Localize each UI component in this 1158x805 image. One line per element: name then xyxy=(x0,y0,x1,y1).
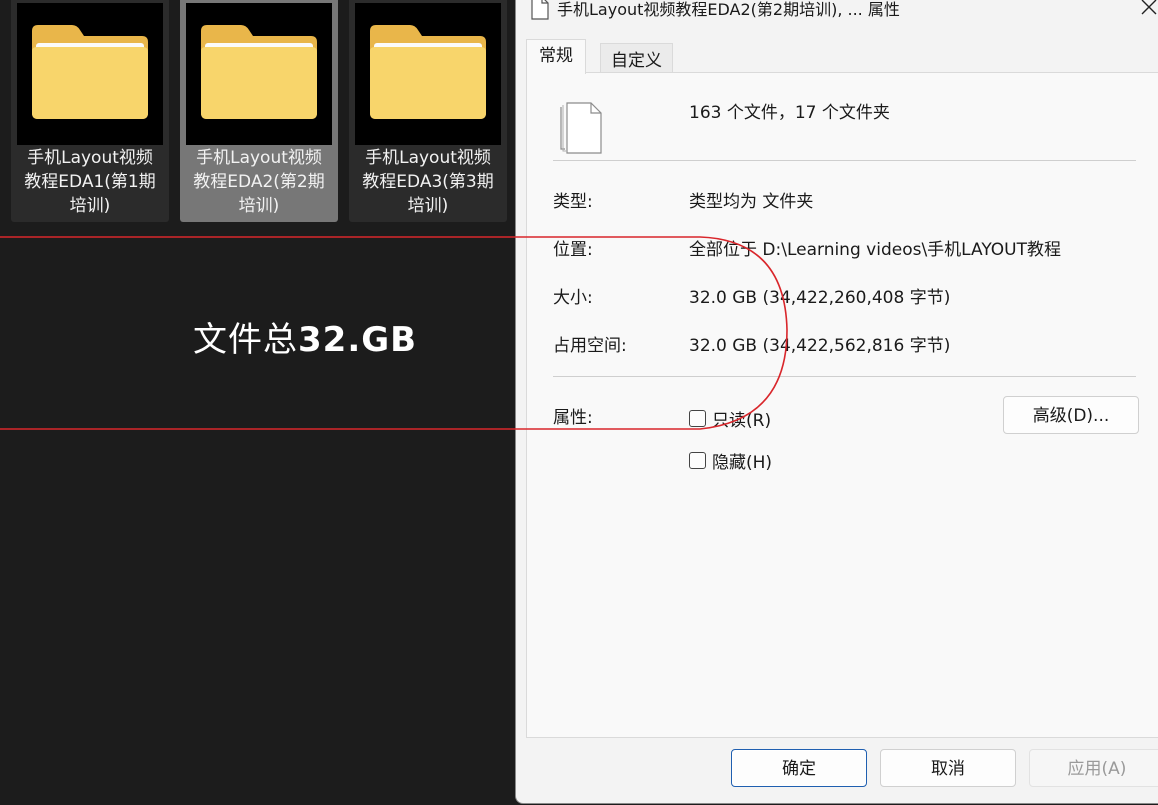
tab-general[interactable]: 常规 xyxy=(526,39,586,74)
folder-tile[interactable]: 手机Layout视频 教程EDA1(第1期 培训) xyxy=(11,0,169,222)
tab-customize[interactable]: 自定义 xyxy=(600,43,673,74)
general-panel: 163 个文件，17 个文件夹 类型: 类型均为 文件夹 位置: 全部位于 D:… xyxy=(526,72,1158,738)
document-icon xyxy=(531,0,549,20)
attributes-label: 属性: xyxy=(553,408,593,428)
folder-tile-selected[interactable]: 手机Layout视频 教程EDA2(第2期 培训) xyxy=(180,0,338,222)
folder-icon xyxy=(370,25,486,119)
readonly-label: 只读(R) xyxy=(712,411,772,431)
folder-name: 手机Layout视频 教程EDA2(第2期 培训) xyxy=(193,148,325,216)
readonly-checkbox[interactable] xyxy=(689,410,706,427)
properties-dialog: 手机Layout视频教程EDA2(第2期培训), ... 属性 常规 自定义 1… xyxy=(515,0,1158,804)
explorer-view: 手机Layout视频 教程EDA1(第1期 培训) 手机Layout视频 教程E… xyxy=(0,0,516,805)
cancel-button[interactable]: 取消 xyxy=(880,749,1016,787)
advanced-button[interactable]: 高级(D)... xyxy=(1003,396,1139,434)
folder-tile[interactable]: 手机Layout视频 教程EDA3(第3期 培训) xyxy=(349,0,507,222)
folder-icon xyxy=(32,25,148,119)
location-label: 位置: xyxy=(553,240,593,260)
hidden-checkbox-row[interactable]: 隐藏(H) xyxy=(689,448,772,473)
folder-name: 手机Layout视频 教程EDA3(第3期 培训) xyxy=(362,148,494,216)
folder-thumbnail xyxy=(355,3,501,145)
folder-name: 手机Layout视频 教程EDA1(第1期 培训) xyxy=(24,148,156,216)
caption-size: 32.GB xyxy=(298,320,418,360)
location-value: 全部位于 D:\Learning videos\手机LAYOUT教程 xyxy=(689,240,1062,260)
size-label: 大小: xyxy=(553,288,593,308)
hidden-checkbox[interactable] xyxy=(689,452,706,469)
disk-size-value: 32.0 GB (34,422,562,816 字节) xyxy=(689,336,951,356)
size-value: 32.0 GB (34,422,260,408 字节) xyxy=(689,288,951,308)
apply-button[interactable]: 应用(A) xyxy=(1029,749,1158,787)
folder-icon xyxy=(201,25,317,119)
ok-button[interactable]: 确定 xyxy=(731,749,867,787)
folder-thumbnail xyxy=(17,3,163,145)
title-bar[interactable]: 手机Layout视频教程EDA2(第2期培训), ... 属性 xyxy=(516,0,1158,28)
content-summary: 163 个文件，17 个文件夹 xyxy=(689,103,890,123)
close-icon xyxy=(1141,0,1157,15)
disk-size-label: 占用空间: xyxy=(553,336,627,356)
divider xyxy=(553,160,1136,161)
folder-thumbnail xyxy=(186,3,332,145)
type-value: 类型均为 文件夹 xyxy=(689,192,814,212)
close-button[interactable] xyxy=(1134,0,1158,20)
readonly-checkbox-row[interactable]: 只读(R) xyxy=(689,406,771,431)
hidden-label: 隐藏(H) xyxy=(712,453,773,473)
caption-prefix: 文件总 xyxy=(193,320,298,360)
dialog-title: 手机Layout视频教程EDA2(第2期培训), ... 属性 xyxy=(557,0,900,19)
divider xyxy=(553,376,1136,377)
type-label: 类型: xyxy=(553,192,593,212)
multiple-files-icon xyxy=(560,102,602,154)
total-size-caption: 文件总32.GB xyxy=(193,312,417,361)
